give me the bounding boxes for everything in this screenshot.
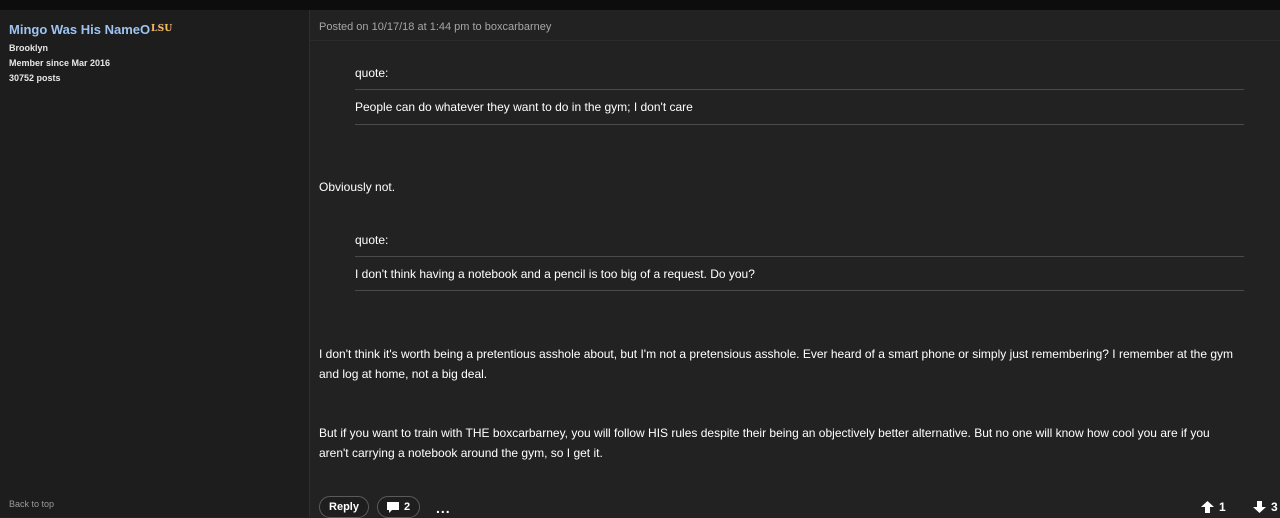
more-options-button[interactable]: ...	[436, 500, 451, 516]
post-text-line: and log at home, not a big deal.	[319, 367, 488, 381]
post-text-line: But if you want to train with THE boxcar…	[319, 426, 1210, 440]
team-badge: LSU	[151, 24, 173, 34]
back-to-top-link[interactable]: Back to top	[9, 499, 54, 509]
quote-label: quote:	[355, 66, 389, 80]
header-divider	[310, 40, 1280, 41]
post-text-line: aren't carrying a notebook around the gy…	[319, 446, 603, 460]
comments-count: 2	[403, 501, 411, 513]
post-text: Obviously not.	[319, 180, 396, 194]
downvote-arrow-icon	[1253, 501, 1266, 513]
downvote-count: 3	[1271, 500, 1278, 514]
comments-button[interactable]: 2	[377, 496, 420, 518]
author-location: Brooklyn	[9, 43, 49, 53]
upvote-count: 1	[1219, 500, 1226, 514]
quote-divider	[355, 89, 1244, 90]
quote-divider	[355, 290, 1244, 291]
post-text-line: I don't think it's worth being a pretent…	[319, 347, 1234, 361]
upvote-arrow-icon	[1201, 501, 1214, 513]
quote-text: People can do whatever they want to do i…	[355, 100, 693, 114]
author-username-link[interactable]: Mingo Was His NameO	[9, 22, 150, 37]
top-bar	[0, 0, 1280, 10]
upvote-button[interactable]: 1	[1201, 500, 1226, 514]
quote-divider	[355, 256, 1244, 257]
reply-label: Reply	[329, 501, 359, 513]
downvote-button[interactable]: 3	[1253, 500, 1278, 514]
post-header: Posted on 10/17/18 at 1:44 pm to boxcarb…	[319, 21, 552, 33]
quote-text: I don't think having a notebook and a pe…	[355, 267, 755, 281]
quote-divider	[355, 124, 1244, 125]
reply-button[interactable]: Reply	[319, 496, 369, 518]
quote-label: quote:	[355, 233, 389, 247]
author-member-since: Member since Mar 2016	[9, 58, 111, 68]
author-post-count: 30752 posts	[9, 73, 61, 83]
comment-icon	[386, 501, 399, 513]
author-sidebar: Mingo Was His NameO LSU Brooklyn Member …	[0, 10, 310, 517]
